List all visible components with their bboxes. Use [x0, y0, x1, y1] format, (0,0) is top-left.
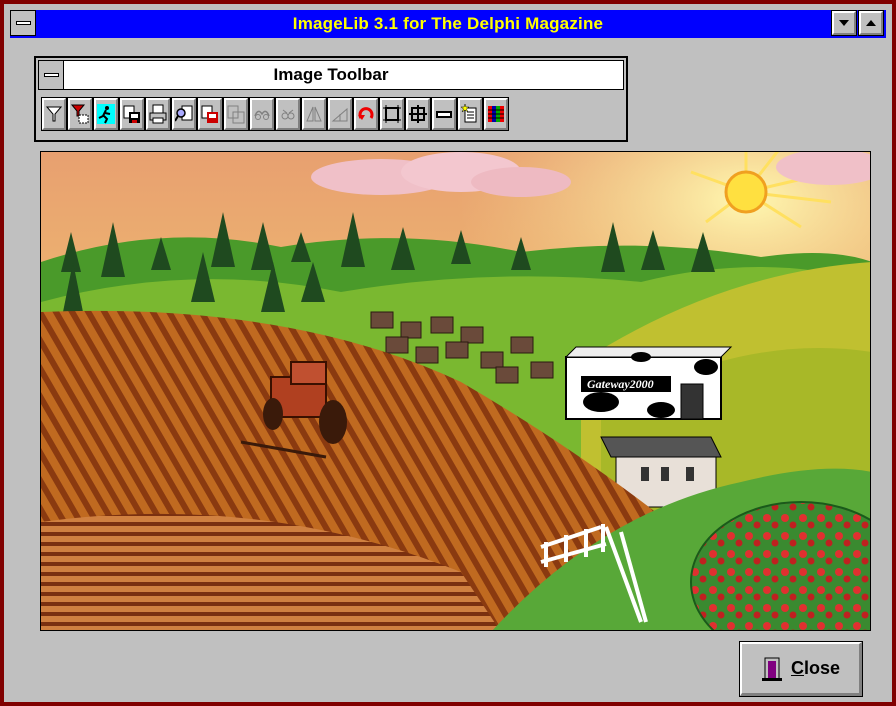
main-window: ImageLib 3.1 for The Delphi Magazine Ima… [0, 0, 896, 706]
grid-icon [409, 105, 427, 123]
tool-runner-button[interactable] [93, 97, 119, 131]
tool-gif-button[interactable] [431, 97, 457, 131]
close-button-label: Close [791, 658, 840, 679]
maximize-button[interactable] [858, 10, 884, 36]
rotate-icon [358, 107, 374, 120]
find-icon [175, 105, 193, 122]
link2-disabled-icon [281, 109, 295, 120]
gif-icon [436, 111, 452, 118]
crop-icon [383, 105, 401, 123]
color-bars-icon [488, 106, 504, 122]
filter-icon [46, 106, 62, 122]
system-menu-icon [15, 21, 31, 25]
tool-save-as-button[interactable] [197, 97, 223, 131]
mirror-disabled-icon [306, 106, 322, 122]
tool-grid-button[interactable] [405, 97, 431, 131]
tool-save-button[interactable] [119, 97, 145, 131]
toolbar-system-menu-button[interactable] [38, 60, 64, 90]
minimize-button[interactable] [831, 10, 857, 36]
tool-find-button[interactable] [171, 97, 197, 131]
link-disabled-icon [254, 110, 270, 120]
close-accelerator-letter: C [790, 658, 804, 678]
title-bar[interactable]: ImageLib 3.1 for The Delphi Magazine [10, 10, 886, 38]
tool-flip-button[interactable] [327, 97, 353, 131]
system-menu-button[interactable] [10, 10, 36, 36]
tool-copy-button[interactable] [223, 97, 249, 131]
tool-rotate-button[interactable] [353, 97, 379, 131]
tool-new-page-button[interactable] [457, 97, 483, 131]
toolbar-caption[interactable]: Image Toolbar [38, 60, 624, 90]
image-toolbar-window: Image Toolbar [34, 56, 628, 142]
tool-mirror-button[interactable] [301, 97, 327, 131]
filter-select-icon [71, 104, 89, 124]
print-icon [149, 104, 167, 124]
close-button[interactable]: Close [739, 641, 863, 697]
door-exit-icon [761, 657, 782, 681]
runner-icon [97, 104, 115, 124]
toolbar-buttons [41, 97, 509, 132]
system-menu-icon [43, 73, 59, 77]
tool-link-button[interactable] [249, 97, 275, 131]
save-icon [123, 105, 140, 123]
tool-link2-button[interactable] [275, 97, 301, 131]
farm-landscape-image: Gateway2000 [41, 152, 870, 630]
flip-disabled-icon [331, 107, 348, 122]
toolbar-title: Image Toolbar [273, 65, 389, 84]
new-page-icon [461, 104, 477, 123]
save-as-icon [201, 105, 218, 123]
minimize-arrow-icon [839, 20, 849, 26]
tool-filter-select-button[interactable] [67, 97, 93, 131]
tool-crop-button[interactable] [379, 97, 405, 131]
image-display: Gateway2000 [40, 151, 871, 631]
tool-color-bars-button[interactable] [483, 97, 509, 131]
window-title: ImageLib 3.1 for The Delphi Magazine [292, 14, 604, 33]
tool-filter-button[interactable] [41, 97, 67, 131]
close-label-rest: lose [803, 658, 841, 678]
copy-disabled-icon [227, 105, 245, 124]
tool-print-button[interactable] [145, 97, 171, 131]
maximize-arrow-icon [866, 20, 876, 26]
gateway-sign-text: Gateway2000 [587, 377, 654, 391]
